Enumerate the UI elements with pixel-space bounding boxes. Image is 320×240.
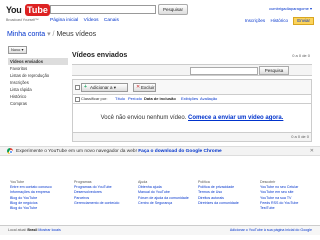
nav-history[interactable]: Histórico xyxy=(270,18,288,23)
sidebar-item-playlists[interactable]: Listas de reprodução xyxy=(8,72,68,79)
locale-value: Brasil xyxy=(27,228,38,232)
sort-period[interactable]: Período xyxy=(128,95,142,103)
chrome-icon xyxy=(7,148,14,155)
chrome-promo-bar: Experimente o YouTube em um novo navegad… xyxy=(0,146,320,156)
youtube-logo[interactable]: You Tube xyxy=(6,3,50,18)
show-locales-link[interactable]: Mostrar locais xyxy=(38,228,60,232)
start-upload-link[interactable]: Comece a enviar um vídeo agora. xyxy=(188,115,283,121)
sidebar-item-purchases[interactable]: Compras xyxy=(8,100,68,107)
promo-text: Experimente o YouTube em um novo navegad… xyxy=(16,149,137,154)
footer-links: YouTube Entre em contato conosco Informa… xyxy=(0,180,320,220)
sort-title[interactable]: Título xyxy=(115,95,125,103)
logo-you: You xyxy=(6,5,22,15)
main-nav: Página inicial Vídeos Canais xyxy=(50,18,123,23)
locale-info: Local atual: Brasil Mostrar locais xyxy=(8,226,61,235)
footer-col-programs: Programas Programas do YouTube Desenvolv… xyxy=(74,180,132,206)
account-separator: ▾ / xyxy=(47,31,55,38)
nav-home[interactable]: Página inicial xyxy=(50,18,78,23)
nav-videos[interactable]: Vídeos xyxy=(84,18,99,23)
user-menu[interactable]: cumbrigadiaparagome ▾ xyxy=(269,6,312,11)
add-to-google-link[interactable]: Adicionar o YouTube à sua página inicial… xyxy=(230,226,312,235)
footer-link[interactable]: Gerenciamento de conteúdo xyxy=(74,201,132,206)
add-to-label: Adicionar a ▾ xyxy=(90,85,117,90)
chrome-download-link[interactable]: Faça o download do Google Chrome xyxy=(138,149,221,154)
video-search-button[interactable]: Pesquisa xyxy=(259,66,289,75)
section-title: Vídeos enviados xyxy=(72,52,128,59)
nav-channels[interactable]: Canais xyxy=(104,18,119,23)
account-link[interactable]: Minha conta xyxy=(7,31,45,38)
empty-state: Você não enviou nenhum vídeo. Comece a e… xyxy=(72,104,312,132)
row-checkbox[interactable] xyxy=(75,97,80,102)
sort-label: Classificar por: xyxy=(81,96,108,101)
sidebar-item-history[interactable]: Histórico xyxy=(8,93,68,100)
delete-label: Excluir xyxy=(141,85,155,90)
plus-icon: + xyxy=(84,84,87,90)
logo-tagline: Broadcast Yourself™ xyxy=(6,18,39,22)
footer-link[interactable]: TestTube xyxy=(260,206,318,211)
action-bar: + Adicionar a ▾ ✕ Excluir xyxy=(72,79,312,95)
new-button[interactable]: Novo ▾ xyxy=(8,46,27,54)
nav-right: Inscrições Histórico Enviar xyxy=(241,17,314,25)
footer-col-discover: Descobrir YouTube no seu Celular YouTube… xyxy=(260,180,318,211)
sort-views[interactable]: Exibições xyxy=(181,95,198,103)
nav-subscriptions[interactable]: Inscrições xyxy=(245,18,265,23)
footer-link[interactable]: Diretrizes da comunidade xyxy=(198,201,256,206)
delete-button[interactable]: ✕ Excluir xyxy=(133,83,156,92)
page-title: Minha conta ▾ / Meus vídeos xyxy=(7,30,96,38)
search-button[interactable]: Pesquisar xyxy=(158,4,188,15)
result-count-bottom: 0 a 0 de 0 xyxy=(72,132,312,142)
logo-tube: Tube xyxy=(25,4,50,16)
result-count-top: 0 a 0 de 0 xyxy=(292,53,310,58)
close-icon[interactable]: ✕ xyxy=(310,147,314,156)
sort-date-added[interactable]: Data de inclusão xyxy=(144,95,176,103)
search-input[interactable] xyxy=(50,5,156,14)
footer-col-help: Ajuda Obtenha ajuda Manual do YouTube Fó… xyxy=(138,180,196,206)
bottom-bar: Local atual: Brasil Mostrar locais Adici… xyxy=(0,225,320,235)
sidebar-item-quicklist[interactable]: Lista rápida xyxy=(8,86,68,93)
sort-bar: Classificar por: Título Período Data de … xyxy=(72,95,312,104)
top-header: You Tube Broadcast Yourself™ Pesquisar c… xyxy=(0,0,320,26)
current-section: Meus vídeos xyxy=(56,31,97,38)
video-search-input[interactable] xyxy=(190,67,258,75)
footer-col-policy: Política Política de privacidade Termos … xyxy=(198,180,256,206)
sort-rating[interactable]: Avaliação xyxy=(200,95,217,103)
empty-message: Você não enviou nenhum vídeo. xyxy=(100,115,187,121)
add-to-button[interactable]: + Adicionar a ▾ xyxy=(81,83,128,92)
upload-button[interactable]: Enviar xyxy=(293,17,314,25)
footer-col-youtube: YouTube Entre em contato conosco Informa… xyxy=(10,180,68,211)
select-all-checkbox[interactable] xyxy=(75,85,80,90)
locale-label: Local atual: xyxy=(8,228,27,232)
footer-link[interactable]: Centro de Segurança xyxy=(138,201,196,206)
sidebar-item-subscriptions[interactable]: Inscrições xyxy=(8,79,68,86)
footer-link[interactable]: Blog do YouTube xyxy=(10,206,68,211)
sidebar: Vídeos enviados Favoritos Listas de repr… xyxy=(8,58,68,107)
delete-icon: ✕ xyxy=(136,84,141,90)
sidebar-item-uploaded[interactable]: Vídeos enviados xyxy=(8,58,68,65)
sidebar-item-favorites[interactable]: Favoritos xyxy=(8,65,68,72)
